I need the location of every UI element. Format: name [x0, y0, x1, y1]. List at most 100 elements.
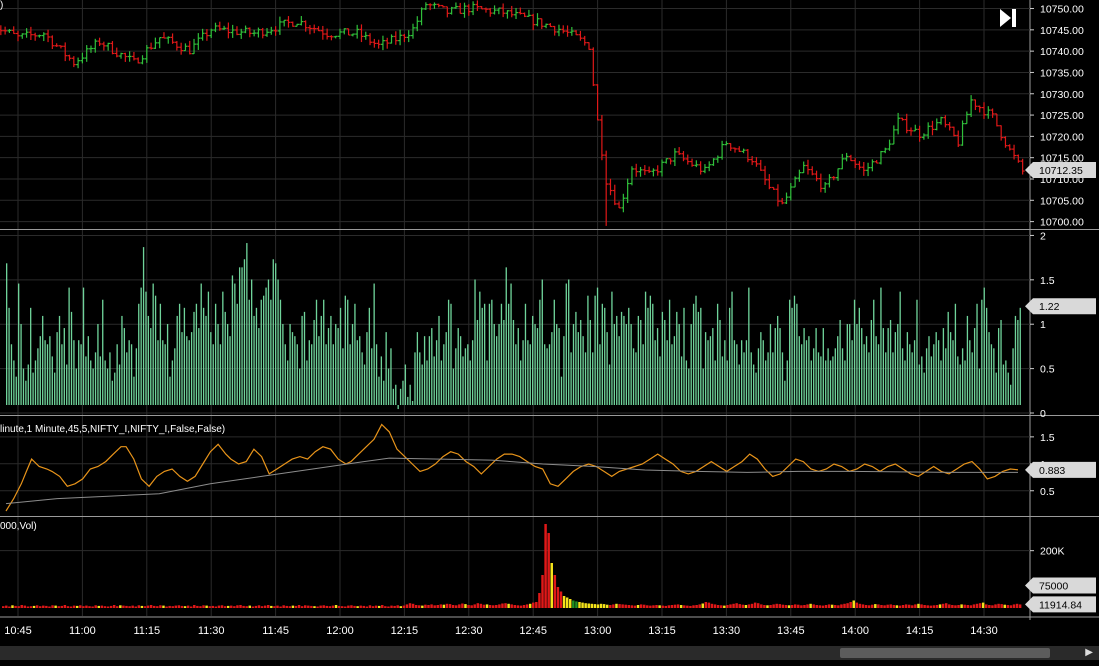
price-candle	[110, 41, 115, 55]
histogram-bar	[10, 344, 13, 405]
price-candle	[286, 16, 291, 28]
histogram-bar	[993, 348, 995, 405]
volume-bar	[812, 604, 815, 608]
volume-bar	[427, 605, 430, 608]
histogram-bar	[58, 315, 61, 405]
volume-bar	[849, 602, 852, 608]
price-candle	[818, 173, 823, 193]
histogram-bar	[30, 307, 32, 405]
histogram-bar	[188, 340, 190, 405]
scroll-right-arrow-icon[interactable]: ▶	[1085, 647, 1093, 658]
histogram-bar	[195, 303, 198, 405]
price-candle	[398, 29, 403, 46]
volume-bar	[334, 605, 338, 608]
price-candle	[625, 178, 630, 203]
histogram-bar	[524, 303, 527, 405]
volume-bar	[642, 604, 646, 608]
volume-bar	[720, 605, 723, 608]
price-candle	[642, 165, 647, 176]
volume-bar	[676, 604, 680, 608]
histogram-bar	[784, 380, 786, 405]
skip-to-end-icon[interactable]	[997, 7, 1019, 29]
volume-bar	[547, 533, 550, 608]
histogram-bar	[990, 344, 993, 405]
histogram-bar	[551, 332, 553, 405]
price-candle	[462, 2, 467, 18]
histogram-bar	[385, 332, 387, 405]
histogram-bar	[193, 311, 195, 405]
histogram-bar	[604, 307, 606, 405]
price-candle	[788, 183, 793, 201]
volume-bar	[633, 605, 637, 608]
price-candle	[50, 35, 55, 50]
volume-bar	[532, 602, 535, 608]
volume-bar	[2, 606, 5, 608]
volume-bar	[100, 605, 104, 608]
histogram-bar	[810, 360, 812, 405]
histogram-bar	[695, 295, 697, 405]
volume-bar	[436, 605, 439, 608]
volume-bar	[359, 605, 362, 608]
volume-bar	[248, 605, 251, 608]
volume-bar	[125, 605, 128, 608]
histogram-bar	[279, 299, 282, 405]
price-candle	[999, 125, 1004, 141]
histogram-bar	[150, 328, 152, 405]
price-candle	[256, 27, 261, 38]
volume-bar	[935, 605, 939, 608]
volume-bar	[750, 603, 754, 608]
volume-bar	[220, 605, 224, 608]
horizontal-scrollbar[interactable]: ▶	[0, 646, 1099, 660]
price-candle	[161, 32, 166, 39]
volume-bar	[331, 605, 335, 608]
volume-bar	[97, 605, 100, 608]
volume-bar	[874, 604, 877, 608]
scroll-thumb[interactable]	[840, 648, 1050, 658]
price-candle	[295, 23, 300, 27]
price-candle	[320, 25, 325, 40]
volume-bar	[834, 605, 837, 608]
histogram-bar	[680, 356, 683, 405]
volume-bar	[917, 603, 920, 608]
price-candle	[153, 37, 158, 49]
time-tick-label: 13:15	[648, 625, 676, 637]
price-candle	[857, 161, 862, 170]
trading-chart[interactable]: 10700.0010705.0010710.0010715.0010720.00…	[0, 0, 1099, 666]
histogram-bar	[827, 348, 829, 405]
volume-bar	[843, 603, 846, 608]
histogram-bar	[344, 295, 346, 405]
histogram-bar	[318, 336, 320, 405]
volume-bar	[273, 606, 276, 608]
volume-bar	[476, 603, 480, 608]
volume-bar	[448, 604, 452, 608]
price-candle	[247, 27, 252, 38]
volume-bar	[57, 606, 60, 608]
price-candle	[960, 120, 965, 146]
histogram-bar	[928, 336, 930, 405]
histogram-bar	[37, 348, 39, 405]
volume-bar	[729, 604, 732, 608]
histogram-bar	[116, 344, 118, 405]
price-candle	[123, 52, 128, 62]
volume-bar	[627, 605, 631, 608]
histogram-bar	[1014, 315, 1017, 405]
histogram-bar	[1017, 319, 1019, 405]
price-candle	[204, 29, 209, 41]
volume-bar	[106, 606, 110, 608]
histogram-bar	[94, 352, 97, 405]
price-candle	[913, 124, 918, 132]
price-candle	[552, 25, 557, 36]
volume-bar	[140, 605, 144, 608]
histogram-bar	[421, 364, 423, 405]
volume-bar	[91, 606, 94, 608]
histogram-bar	[796, 303, 798, 405]
axis-tick-label: 1	[1040, 319, 1046, 331]
histogram-bar	[873, 299, 875, 405]
volume-bar	[985, 604, 988, 608]
axis-tick-label: 0.5	[1040, 364, 1055, 376]
histogram-bar	[375, 344, 378, 405]
volume-bar	[347, 605, 350, 608]
time-tick-label: 10:45	[4, 625, 32, 637]
histogram-bar	[217, 324, 219, 405]
volume-bar	[710, 603, 714, 608]
